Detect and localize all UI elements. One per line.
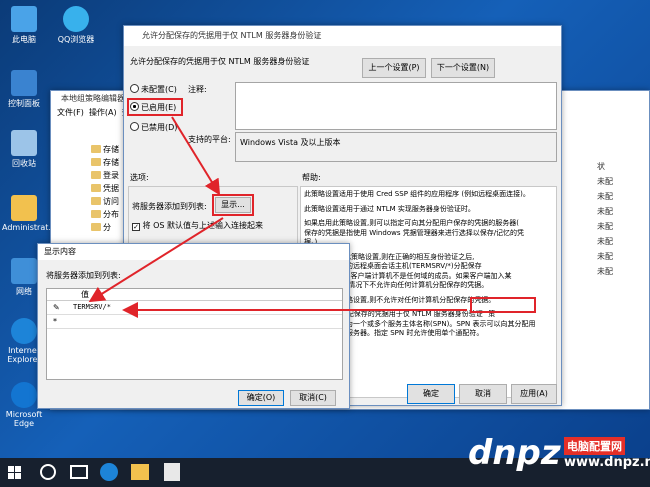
arrow-to-show-button xyxy=(171,116,221,196)
search-icon[interactable] xyxy=(40,464,56,480)
dnpz-watermark: dnpz 电脑配置网 www.dnpz.net xyxy=(468,433,650,473)
file-explorer-icon[interactable] xyxy=(131,464,149,480)
windows-start-icon[interactable] xyxy=(8,466,21,479)
task-view-icon[interactable] xyxy=(70,465,88,479)
annotation-arrows xyxy=(88,116,467,318)
arrow-to-show-dialog xyxy=(88,217,224,303)
notepad-icon[interactable] xyxy=(164,463,180,481)
edge-taskbar-icon[interactable] xyxy=(100,463,118,481)
